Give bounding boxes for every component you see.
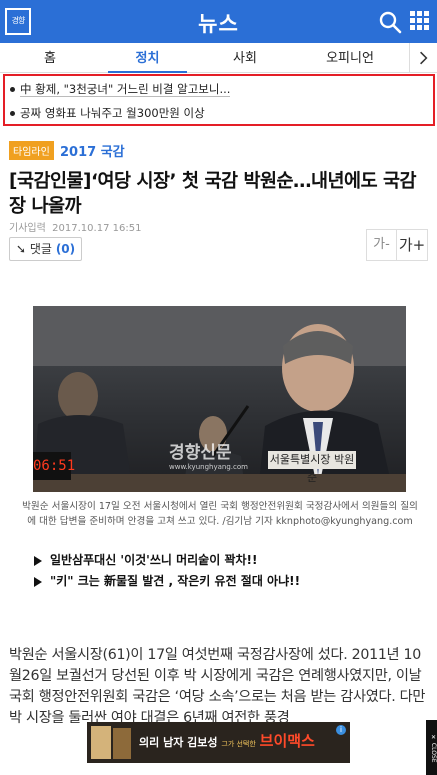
search-icon[interactable] xyxy=(378,10,402,34)
timeline-badge[interactable]: 타임라인 xyxy=(9,141,54,160)
photo-watermark: 경향신문 www.kyunghyang.com xyxy=(169,438,248,471)
triangle-right-icon xyxy=(34,555,42,566)
comment-label: 댓글 xyxy=(29,242,52,256)
timer-display: 06:51 xyxy=(33,452,75,480)
close-icon: ✕ xyxy=(430,734,437,742)
section-nav: 홈 정치 사회 오피니언 xyxy=(0,43,437,73)
headline-box: 中 황제, "3천궁녀" 거느린 비결 알고보니... 공짜 영화표 나눠주고 … xyxy=(3,74,435,126)
menu-grid-icon[interactable] xyxy=(410,11,430,31)
article-body: 박원순 서울시장(61)이 17일 여섯번째 국정감사장에 섰다. 2011년 … xyxy=(9,647,426,726)
comment-button[interactable]: ➘ 댓글 (0) xyxy=(9,237,83,261)
bottom-ad-banner[interactable]: 의리 남자 김보성 그가 선택한 브이맥스 i xyxy=(87,722,350,763)
header-title: 뉴스 xyxy=(198,12,239,36)
ad-product-image xyxy=(91,726,111,759)
comment-count: (0) xyxy=(55,242,76,256)
headline-link[interactable]: 공짜 영화표 나눠주고 월300만원 이상 xyxy=(10,105,205,121)
topic-link[interactable]: 2017 국감 xyxy=(60,141,125,160)
watermark-url: www.kyunghyang.com xyxy=(169,463,248,471)
tab-society[interactable]: 사회 xyxy=(195,43,295,73)
font-smaller-button[interactable]: 가- xyxy=(367,230,397,260)
ad-sub: 그가 선택한 xyxy=(221,740,256,748)
watermark-text: 경향신문 xyxy=(169,443,232,463)
top-header: 경향 뉴스 xyxy=(0,0,437,43)
ad-product-image xyxy=(113,728,131,759)
ad-text-1: 의리 xyxy=(139,736,160,749)
tab-opinion[interactable]: 오피니언 xyxy=(295,43,405,73)
tab-politics[interactable]: 정치 xyxy=(100,43,195,73)
bullet-icon xyxy=(10,87,15,92)
font-larger-button[interactable]: 가+ xyxy=(397,230,427,260)
ad-text-2: 남자 김보성 xyxy=(163,736,218,749)
info-icon[interactable]: i xyxy=(336,725,346,735)
timestamp-value: 2017.10.17 16:51 xyxy=(52,223,142,234)
ad-text: 의리 남자 김보성 그가 선택한 브이맥스 xyxy=(139,730,315,751)
promo-link[interactable]: 일반삼푸대신 '이것'쓰니 머리숱이 꽉차!! xyxy=(34,551,257,568)
promo-link[interactable]: "키" 크는 新물질 발견 , 작은키 유전 절대 아냐!! xyxy=(34,572,300,589)
ad-brand: 브이맥스 xyxy=(259,732,315,750)
chevron-right-icon[interactable] xyxy=(409,43,437,73)
headline-link[interactable]: 中 황제, "3천궁녀" 거느린 비결 알고보니... xyxy=(10,81,231,97)
article-timestamp: 기사입력 2017.10.17 16:51 xyxy=(9,219,141,234)
tab-home[interactable]: 홈 xyxy=(0,43,100,73)
comment-arrow-icon: ➘ xyxy=(16,242,27,256)
triangle-right-icon xyxy=(34,576,42,587)
article-photo: 06:51 서울특별시장 박원순 경향신문 www.kyunghyang.com xyxy=(33,306,406,492)
article-title: [국감인물]‘여당 시장’ 첫 국감 박원순…내년에도 국감장 나올까 xyxy=(9,171,417,217)
timestamp-label: 기사입력 xyxy=(9,223,46,234)
bullet-icon xyxy=(10,111,15,116)
ad-close-label: CLOSE xyxy=(430,743,437,763)
ad-close-button[interactable]: ✕ CLOSE xyxy=(426,720,437,775)
nameplate: 서울특별시장 박원순 xyxy=(268,451,356,484)
photo-caption: 박원순 서울시장이 17일 오전 서울시청에서 열린 국회 행정안전위원회 국정… xyxy=(22,501,418,527)
font-size-controls: 가- 가+ xyxy=(366,229,428,261)
